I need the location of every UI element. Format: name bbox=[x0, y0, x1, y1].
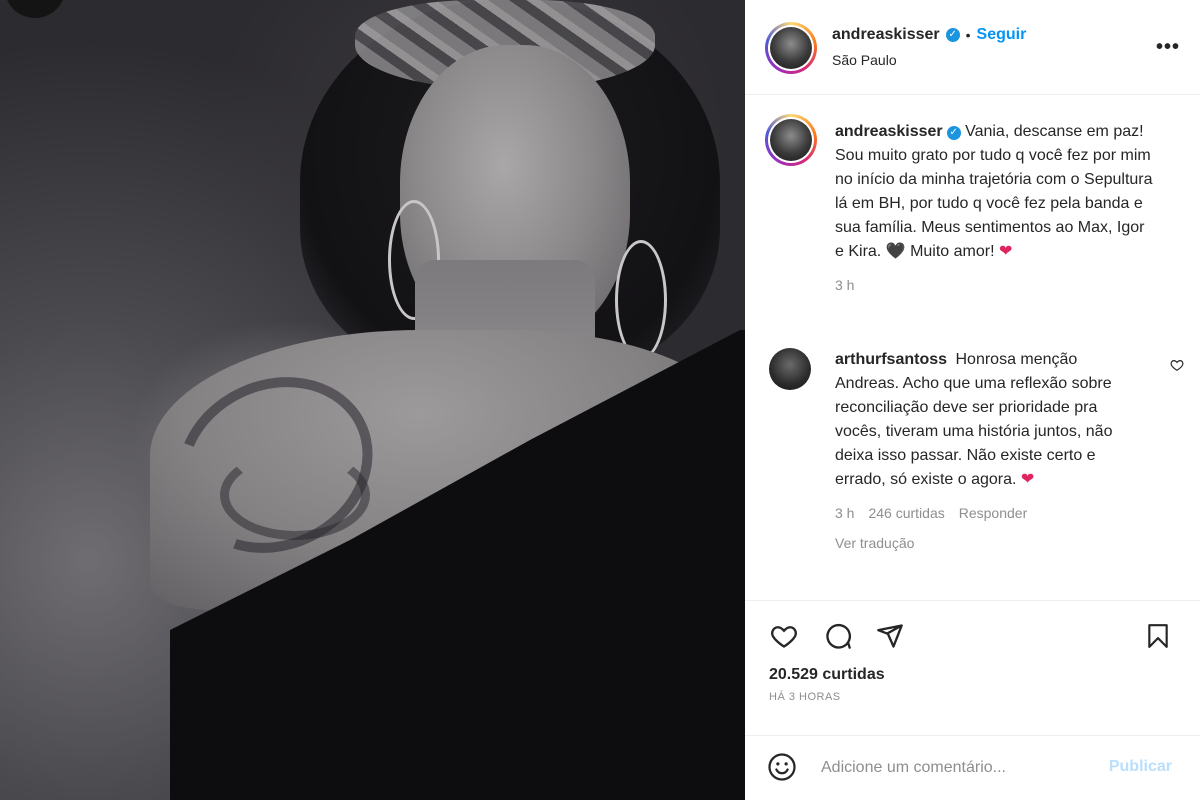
author-row: andreaskisser ✓ • Seguir bbox=[832, 26, 1026, 44]
comment-time[interactable]: 3 h bbox=[835, 501, 854, 525]
emoji-smiley-icon[interactable] bbox=[767, 752, 797, 787]
comment-input[interactable] bbox=[821, 755, 1081, 781]
comment-like-heart-icon[interactable] bbox=[1170, 358, 1184, 377]
share-send-icon[interactable] bbox=[875, 621, 905, 651]
commenter-username[interactable]: arthurfsantoss bbox=[835, 351, 947, 368]
caption-author-username[interactable]: andreaskisser bbox=[835, 123, 943, 140]
caption-author-avatar[interactable] bbox=[765, 114, 817, 166]
post-header: andreaskisser ✓ • Seguir São Paulo ••• bbox=[745, 0, 1200, 95]
image-tattoo-tail bbox=[220, 450, 370, 540]
see-translation-link[interactable]: Ver tradução bbox=[835, 531, 1135, 555]
comment-bubble-icon[interactable] bbox=[823, 621, 853, 651]
verified-badge-icon: ✓ bbox=[945, 28, 960, 42]
caption-time[interactable]: 3 h bbox=[835, 273, 854, 297]
post-time-ago[interactable]: HÁ 3 HORAS bbox=[769, 691, 841, 703]
caption-text: Vania, descanse em paz! Sou muito grato … bbox=[835, 123, 1153, 260]
commenter-avatar[interactable] bbox=[769, 348, 811, 390]
comment-text: Honrosa menção Andreas. Acho que uma ref… bbox=[835, 351, 1113, 488]
caption-text-end: Muito amor! bbox=[910, 243, 995, 260]
comments-list[interactable]: andreaskisser ✓ Vania, descanse em paz! S… bbox=[745, 96, 1200, 596]
post-location[interactable]: São Paulo bbox=[832, 52, 897, 68]
comment-likes[interactable]: 246 curtidas bbox=[868, 501, 944, 525]
author-username[interactable]: andreaskisser bbox=[832, 26, 940, 44]
black-heart-emoji: 🖤 bbox=[885, 243, 906, 260]
publish-button[interactable]: Publicar bbox=[1109, 758, 1172, 776]
image-earring-right bbox=[615, 240, 667, 360]
image-corner-shape bbox=[5, 0, 65, 18]
red-heart-emoji: ❤ bbox=[999, 243, 1013, 260]
caption-body: andreaskisser ✓ Vania, descanse em paz! S… bbox=[835, 120, 1155, 297]
verified-badge-icon: ✓ bbox=[946, 126, 961, 140]
comment-body: arthurfsantoss Honrosa menção Andreas. A… bbox=[835, 348, 1135, 555]
add-comment-bar: Publicar bbox=[745, 735, 1200, 800]
likes-count[interactable]: 20.529 curtidas bbox=[769, 666, 885, 684]
follow-button[interactable]: Seguir bbox=[977, 26, 1027, 44]
post-side-panel: andreaskisser ✓ • Seguir São Paulo ••• a… bbox=[745, 0, 1200, 800]
save-bookmark-icon[interactable] bbox=[1143, 621, 1173, 651]
comment-meta: 3 h 246 curtidas Responder bbox=[835, 501, 1135, 525]
author-avatar[interactable] bbox=[765, 22, 817, 74]
truncated-next-comment: ▪ ▪ ▪ ▪ ▪ ▪ ▪ ▪ bbox=[855, 590, 952, 596]
caption-meta: 3 h bbox=[835, 273, 1155, 297]
like-heart-icon[interactable] bbox=[769, 621, 799, 651]
red-heart-emoji: ❤ bbox=[1020, 471, 1035, 488]
separator-dot: • bbox=[965, 27, 971, 43]
post-image[interactable] bbox=[0, 0, 745, 800]
reply-button[interactable]: Responder bbox=[959, 501, 1028, 525]
more-options-icon[interactable]: ••• bbox=[1156, 36, 1180, 59]
post-actions: 20.529 curtidas HÁ 3 HORAS bbox=[745, 600, 1200, 740]
